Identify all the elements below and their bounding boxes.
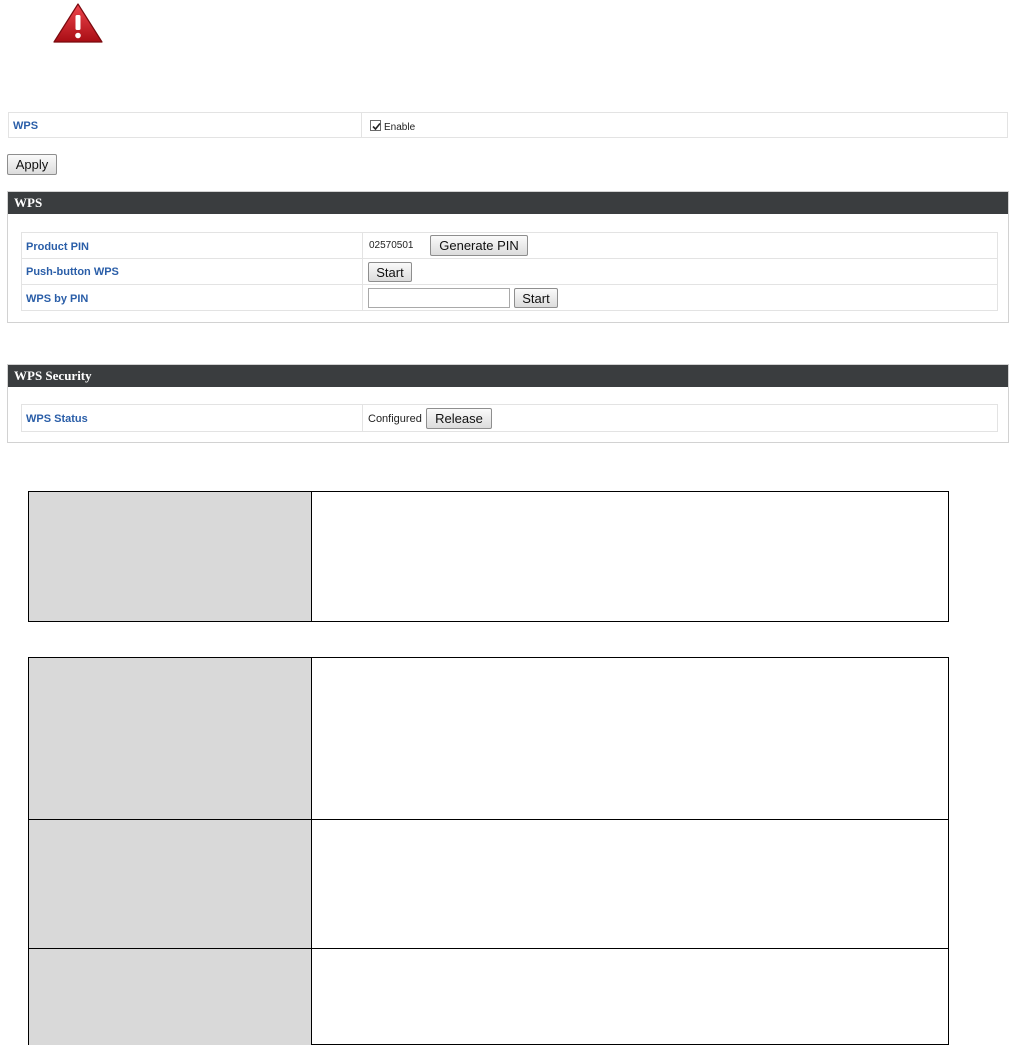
description-row [29, 819, 948, 948]
product-pin-value: 02570501 [369, 240, 414, 251]
wps-enable-checkbox[interactable] [370, 120, 381, 131]
wps-security-panel: WPS Security WPS Status Configured Relea… [7, 364, 1009, 443]
product-pin-label: Product PIN [26, 241, 89, 253]
apply-button[interactable]: Apply [7, 154, 57, 175]
wps-row-by-pin: WPS by PIN Start [21, 284, 998, 311]
wps-by-pin-start-button[interactable]: Start [514, 288, 558, 308]
generate-pin-button[interactable]: Generate PIN [430, 235, 528, 256]
wps-security-panel-title: WPS Security [8, 365, 1008, 387]
description-table-2 [28, 657, 949, 1045]
description-term-cell [29, 492, 311, 621]
wps-status-label: WPS Status [26, 413, 88, 425]
wps-row-push-button: Push-button WPS Start [21, 258, 998, 285]
wps-enable-row: WPS Enable [8, 112, 1008, 138]
wps-by-pin-label: WPS by PIN [26, 293, 89, 305]
push-button-start-button[interactable]: Start [368, 262, 412, 282]
description-term-cell [29, 658, 311, 819]
wps-status-value: Configured [368, 413, 422, 425]
push-button-wps-label: Push-button WPS [26, 266, 119, 278]
description-row [29, 948, 948, 1045]
description-row [29, 492, 948, 621]
description-term-cell [29, 949, 311, 1045]
release-button[interactable]: Release [426, 408, 492, 429]
wps-panel-title: WPS [8, 192, 1008, 214]
warning-triangle-icon [52, 2, 104, 44]
description-term-cell [29, 820, 311, 948]
wps-enable-checkbox-label: Enable [384, 122, 416, 133]
description-row [29, 658, 948, 819]
description-table-1 [28, 491, 949, 622]
wps-panel: WPS Product PIN 02570501 Generate PIN Pu… [7, 191, 1009, 323]
wps-enable-label: WPS [13, 120, 39, 132]
wps-row-product-pin: Product PIN 02570501 Generate PIN [21, 232, 998, 259]
wps-pin-input[interactable] [368, 288, 510, 308]
wps-status-row: WPS Status Configured Release [21, 404, 998, 432]
